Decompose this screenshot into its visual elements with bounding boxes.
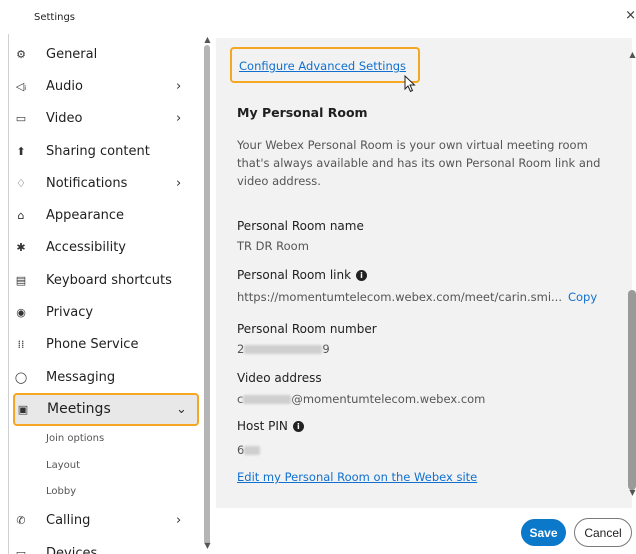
camera-icon: ▭ bbox=[15, 112, 27, 126]
sidebar-scrollbar[interactable]: ▲ ▼ bbox=[202, 35, 213, 551]
host-pin-prefix: 6 bbox=[237, 443, 245, 457]
room-link-label: Personal Room link i bbox=[237, 268, 368, 282]
title-bar: Settings × bbox=[0, 0, 636, 36]
chevron-right-icon: › bbox=[176, 513, 182, 529]
content-scrollbar[interactable]: ▲ ▼ bbox=[625, 50, 636, 502]
sidebar-scroll-thumb[interactable] bbox=[204, 45, 210, 545]
sidebar-item-notifications[interactable]: ♢ Notifications › bbox=[12, 167, 202, 199]
sidebar-item-appearance[interactable]: ⌂ Appearance bbox=[12, 199, 202, 231]
video-address-value: c @momentumtelecom.webex.com bbox=[237, 392, 485, 406]
chevron-right-icon: › bbox=[176, 78, 182, 94]
sidebar-item-sharing-content[interactable]: ⬆ Sharing content bbox=[12, 135, 202, 167]
sidebar-item-calling[interactable]: ✆ Calling › bbox=[12, 505, 202, 537]
sidebar-item-privacy[interactable]: ◉ Privacy bbox=[12, 296, 202, 328]
info-icon[interactable]: i bbox=[356, 270, 368, 281]
share-screen-icon: ⬆ bbox=[16, 144, 26, 158]
sidebar-item-accessibility[interactable]: ✱ Accessibility bbox=[12, 232, 202, 264]
mouse-pointer-icon bbox=[404, 75, 416, 93]
sidebar-item-label: Appearance bbox=[46, 208, 125, 224]
chevron-down-icon: ⌄ bbox=[176, 401, 187, 417]
privacy-icon: ◉ bbox=[16, 306, 26, 320]
save-button[interactable]: Save bbox=[521, 519, 566, 546]
configure-advanced-settings-link[interactable]: Configure Advanced Settings bbox=[239, 59, 406, 73]
sidebar-item-label: Phone Service bbox=[46, 337, 139, 353]
room-number-value: 29 bbox=[237, 342, 330, 356]
redacted-text bbox=[243, 395, 292, 404]
sidebar-item-messaging[interactable]: ◯ Messaging bbox=[12, 361, 202, 393]
sidebar-item-label: Privacy bbox=[46, 305, 94, 321]
copy-link-button[interactable]: Copy bbox=[568, 290, 597, 304]
chevron-right-icon: › bbox=[176, 111, 182, 127]
gear-icon: ⚙ bbox=[16, 47, 26, 61]
bell-icon: ♢ bbox=[16, 176, 26, 190]
sidebar-item-label: Calling bbox=[46, 513, 91, 529]
room-number-suffix: 9 bbox=[322, 342, 330, 356]
window-title: Settings bbox=[34, 12, 76, 23]
sidebar-subitem-lobby[interactable]: Lobby bbox=[12, 478, 202, 504]
host-pin-label: Host PIN i bbox=[237, 419, 304, 433]
room-link-label-text: Personal Room link bbox=[237, 268, 352, 282]
section-title: My Personal Room bbox=[237, 105, 368, 120]
room-link-value: https://momentumtelecom.webex.com/meet/c… bbox=[237, 290, 562, 304]
cancel-button[interactable]: Cancel bbox=[574, 518, 632, 547]
speaker-icon: ◁ᵢ bbox=[15, 79, 27, 93]
appearance-icon: ⌂ bbox=[17, 209, 25, 223]
close-icon[interactable]: × bbox=[625, 8, 636, 23]
video-address-label: Video address bbox=[237, 371, 322, 385]
sidebar-item-label: Devices bbox=[46, 545, 98, 554]
edit-personal-room-link[interactable]: Edit my Personal Room on the Webex site bbox=[237, 470, 477, 484]
scroll-up-arrow-icon[interactable]: ▲ bbox=[202, 35, 213, 44]
chat-bubble-icon: ◯ bbox=[14, 370, 28, 384]
scroll-up-arrow-icon[interactable]: ▲ bbox=[627, 50, 636, 59]
dialpad-icon: ⁞⁞ bbox=[17, 338, 25, 352]
redacted-text bbox=[244, 446, 261, 455]
room-number-label: Personal Room number bbox=[237, 322, 377, 336]
sidebar: ⚙ General ◁ᵢ Audio › ▭ Video › ⬆ Sharing… bbox=[12, 38, 202, 554]
host-pin-value: 6 bbox=[237, 443, 261, 457]
sidebar-item-audio[interactable]: ◁ᵢ Audio › bbox=[12, 70, 202, 102]
sidebar-item-label: Sharing content bbox=[46, 143, 150, 159]
sidebar-item-meetings[interactable]: ▣ Meetings ⌄ bbox=[13, 393, 199, 426]
sidebar-item-devices[interactable]: ▭ Devices bbox=[12, 537, 202, 554]
sidebar-item-label: Video bbox=[46, 111, 83, 127]
sidebar-item-phone-service[interactable]: ⁞⁞ Phone Service bbox=[12, 329, 202, 361]
section-description: Your Webex Personal Room is your own vir… bbox=[237, 138, 601, 188]
sidebar-item-label: Accessibility bbox=[46, 240, 126, 256]
room-name-label: Personal Room name bbox=[237, 219, 364, 233]
sidebar-subitem-join-options[interactable]: Join options bbox=[12, 426, 202, 452]
accessibility-icon: ✱ bbox=[16, 241, 26, 255]
devices-icon: ▭ bbox=[15, 546, 27, 554]
sidebar-item-label: General bbox=[46, 46, 98, 62]
calendar-icon: ▣ bbox=[17, 402, 29, 416]
scroll-down-arrow-icon[interactable]: ▼ bbox=[202, 541, 213, 550]
sidebar-item-label: Meetings bbox=[47, 401, 111, 418]
sidebar-item-video[interactable]: ▭ Video › bbox=[12, 103, 202, 135]
sidebar-item-label: Keyboard shortcuts bbox=[46, 272, 172, 288]
room-number-prefix: 2 bbox=[237, 342, 245, 356]
scroll-down-arrow-icon[interactable]: ▼ bbox=[627, 488, 636, 497]
sidebar-item-label: Audio bbox=[46, 78, 83, 94]
window-edge bbox=[8, 34, 9, 554]
keyboard-icon: ▤ bbox=[15, 273, 27, 287]
phone-icon: ✆ bbox=[16, 514, 26, 528]
host-pin-label-text: Host PIN bbox=[237, 419, 288, 433]
info-icon[interactable]: i bbox=[292, 421, 304, 432]
sidebar-item-general[interactable]: ⚙ General bbox=[12, 38, 202, 70]
sidebar-item-keyboard-shortcuts[interactable]: ▤ Keyboard shortcuts bbox=[12, 264, 202, 296]
sidebar-subitem-layout[interactable]: Layout bbox=[12, 452, 202, 478]
video-address-suffix: @momentumtelecom.webex.com bbox=[291, 392, 486, 406]
chevron-right-icon: › bbox=[176, 175, 182, 191]
personal-room-panel: Configure Advanced Settings My Personal … bbox=[216, 38, 632, 508]
room-name-value: TR DR Room bbox=[237, 239, 309, 253]
advanced-settings-focus: Configure Advanced Settings bbox=[230, 47, 420, 93]
room-link-row: https://momentumtelecom.webex.com/meet/c… bbox=[237, 290, 597, 304]
sidebar-item-label: Notifications bbox=[46, 175, 128, 191]
sidebar-item-label: Messaging bbox=[46, 369, 116, 385]
content-scroll-thumb[interactable] bbox=[628, 290, 636, 490]
redacted-text bbox=[244, 345, 323, 354]
